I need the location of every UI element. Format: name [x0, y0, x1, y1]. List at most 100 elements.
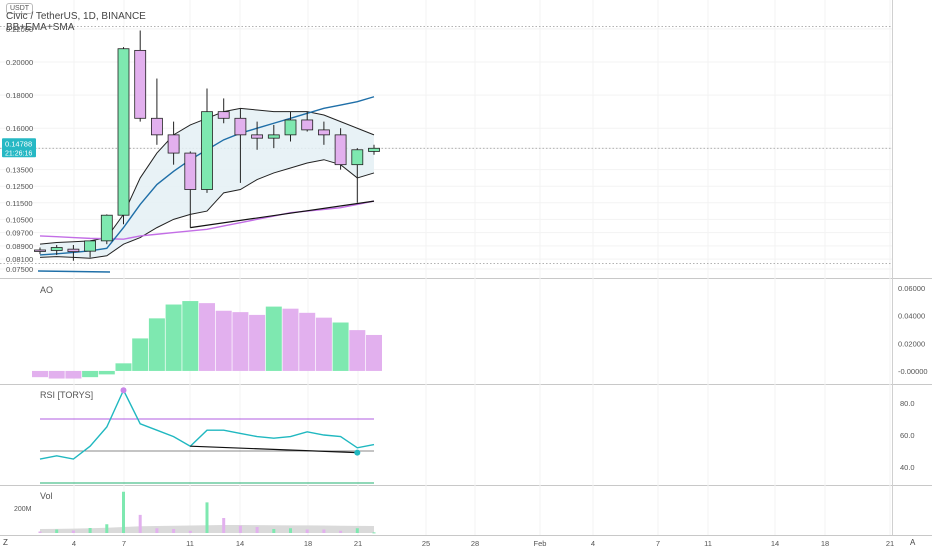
volume-bar [322, 529, 326, 533]
date-axis-label: 4 [72, 539, 76, 548]
candle-body [301, 119, 314, 131]
ao-bar [82, 370, 99, 378]
ao-bar [165, 304, 182, 371]
volume-bar [372, 532, 376, 534]
price-axis-label: 0.12500 [6, 182, 33, 191]
price-axis-label: 0.10500 [6, 215, 33, 224]
ao-bar [132, 338, 149, 371]
volume-bar [255, 527, 259, 533]
volume-bar [172, 529, 176, 533]
ao-bar [315, 317, 332, 371]
ao-bar [299, 312, 316, 371]
candle-body [100, 214, 113, 242]
candle-body [134, 49, 147, 119]
ao-bar [65, 370, 82, 379]
trendline [190, 200, 375, 229]
ao-bar [332, 322, 349, 371]
ao-axis-label: 0.02000 [898, 339, 925, 348]
indicator-legend[interactable]: BB+EMA+SMA [6, 22, 74, 33]
volume-bar [205, 502, 209, 533]
volume-bar [55, 529, 59, 533]
volume-bar [339, 530, 343, 533]
ema-history-segment [37, 270, 111, 273]
volume-axis-label: 200M [14, 506, 32, 513]
price-axis-label: 0.08100 [6, 255, 33, 264]
candle-body [117, 48, 130, 216]
candle-body [167, 134, 180, 154]
candle-body [351, 149, 364, 166]
rsi-divergence-line [190, 445, 358, 454]
ao-bar [366, 334, 382, 371]
price-axis-label: 0.07500 [6, 265, 33, 274]
price-axis-label: 0.20000 [6, 58, 33, 67]
candle-body [50, 247, 63, 251]
trading-chart[interactable]: 0.220000.200000.180000.160000.135000.125… [0, 0, 932, 550]
rsi-peak-marker [120, 387, 127, 394]
symbol-title[interactable]: Civic / TetherUS, 1D, BINANCE [6, 11, 146, 22]
rsi-pane[interactable] [39, 387, 375, 484]
volume-bar [105, 524, 109, 533]
volume-bar [122, 491, 125, 533]
ao-axis-label: 0.04000 [898, 312, 925, 321]
ao-axis-label: 0.06000 [898, 284, 925, 293]
zoom-control[interactable]: Z [3, 538, 8, 547]
candle-body [234, 117, 247, 136]
ao-pane[interactable] [32, 301, 382, 379]
candle-body [251, 134, 264, 139]
ao-bar [98, 370, 115, 375]
date-axis-label: 14 [236, 539, 244, 548]
candle-body [317, 129, 330, 136]
rsi-pane-label: RSI [TORYS] [40, 390, 94, 400]
ao-bar [249, 314, 266, 371]
ao-bar [282, 308, 299, 371]
ao-bar [115, 363, 132, 371]
rsi-divergence-marker [354, 449, 361, 456]
auto-scale-control[interactable]: A [910, 538, 915, 547]
price-pane[interactable] [0, 25, 892, 273]
ao-bar [232, 312, 249, 371]
candle-body [34, 249, 46, 252]
date-axis-label: Feb [534, 539, 547, 548]
ao-bar [215, 310, 232, 371]
ao-pane-label: AO [40, 285, 54, 295]
volume-bar [88, 528, 92, 533]
volume-bar [305, 529, 309, 533]
date-axis-label: 7 [122, 539, 126, 548]
price-axis-label: 0.08900 [6, 242, 33, 251]
price-axis-label: 0.18000 [6, 91, 33, 100]
ao-bar [199, 303, 215, 371]
ao-bar [148, 318, 165, 371]
date-axis-label: 21 [354, 539, 362, 548]
candle-body [267, 134, 280, 139]
price-axis-label: 0.13500 [6, 166, 33, 175]
volume-bar [272, 529, 276, 533]
volume-bar [38, 531, 42, 533]
current-price-label: 0.14788 [5, 139, 32, 148]
volume-bar [188, 530, 192, 533]
volume-bar [155, 528, 159, 533]
date-axis-label: 18 [821, 539, 829, 548]
volume-bar [355, 528, 359, 533]
candle-body [201, 111, 213, 190]
date-axis-label: 7 [656, 539, 660, 548]
countdown-label: 21:26:16 [5, 150, 32, 157]
date-axis-label: 11 [704, 539, 712, 548]
date-axis-label: 25 [422, 539, 430, 548]
date-axis-label: 4 [591, 539, 595, 548]
rsi-line [39, 388, 375, 460]
candle-body [67, 248, 80, 253]
volume-bar [71, 530, 75, 533]
candle-body [184, 152, 197, 190]
volume-bar [138, 514, 142, 533]
candle-body [150, 117, 163, 136]
price-axis-label: 0.09700 [6, 229, 33, 238]
volume-pane[interactable] [38, 491, 376, 534]
candle-body [334, 134, 347, 166]
rsi-axis-label: 60.0 [900, 431, 915, 440]
ao-bar [349, 330, 366, 371]
volume-bar [238, 525, 242, 533]
candle-body [284, 119, 297, 136]
date-axis-label: 18 [304, 539, 312, 548]
rsi-axis-label: 80.0 [900, 399, 915, 408]
date-axis-label: 11 [186, 539, 194, 548]
